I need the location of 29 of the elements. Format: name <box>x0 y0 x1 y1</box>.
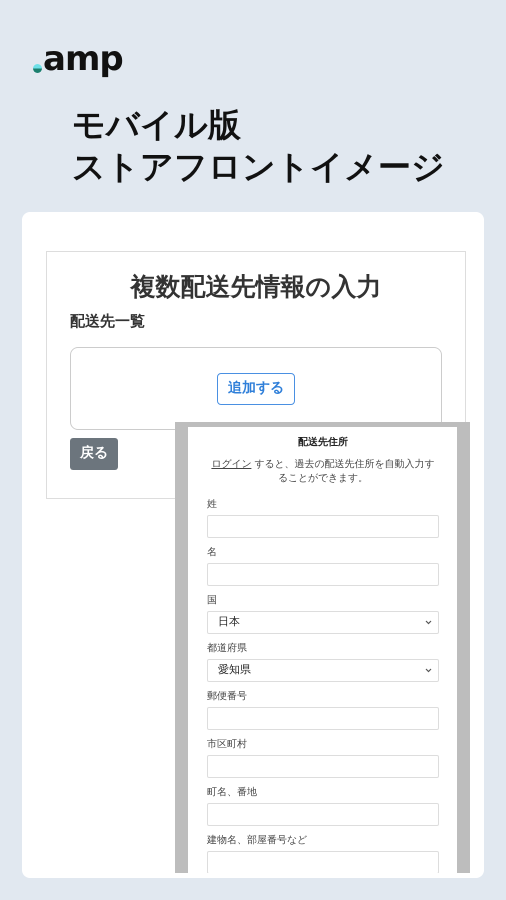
chevron-down-icon <box>425 620 432 625</box>
logo-dot-icon <box>33 64 42 73</box>
modal-title: 配送先住所 <box>298 436 348 450</box>
chevron-down-icon <box>425 668 432 673</box>
input-field[interactable] <box>207 755 439 778</box>
headline: モバイル版 <box>72 104 241 146</box>
logo-text: amp <box>43 42 123 76</box>
input-field[interactable] <box>207 515 439 538</box>
field-label: 国 <box>207 594 217 608</box>
input-field[interactable] <box>207 851 439 873</box>
field-label: 名 <box>207 546 217 560</box>
field-label: 市区町村 <box>207 738 247 752</box>
headline: ストアフロントイメージ <box>72 146 445 188</box>
select-field[interactable]: 愛知県 <box>207 659 439 682</box>
back-button[interactable]: 戻る <box>70 438 118 470</box>
login-notice: ログイン すると、過去の配送先住所を自動入力することができます。 <box>210 458 436 486</box>
input-field[interactable] <box>207 563 439 586</box>
input-field[interactable] <box>207 707 439 730</box>
field-label: 町名、番地 <box>207 786 257 800</box>
field-label: 郵便番号 <box>207 690 247 704</box>
section-heading: 配送先一覧 <box>70 311 145 332</box>
input-field[interactable] <box>207 803 439 826</box>
field-label: 建物名、部屋番号など <box>207 834 307 848</box>
select-field[interactable]: 日本 <box>207 611 439 634</box>
login-link[interactable]: ログイン <box>211 459 252 470</box>
field-label: 姓 <box>207 498 217 512</box>
field-label: 都道府県 <box>207 642 247 656</box>
add-button[interactable]: 追加する <box>217 372 295 404</box>
page-title: 複数配送先情報の入力 <box>130 272 382 302</box>
